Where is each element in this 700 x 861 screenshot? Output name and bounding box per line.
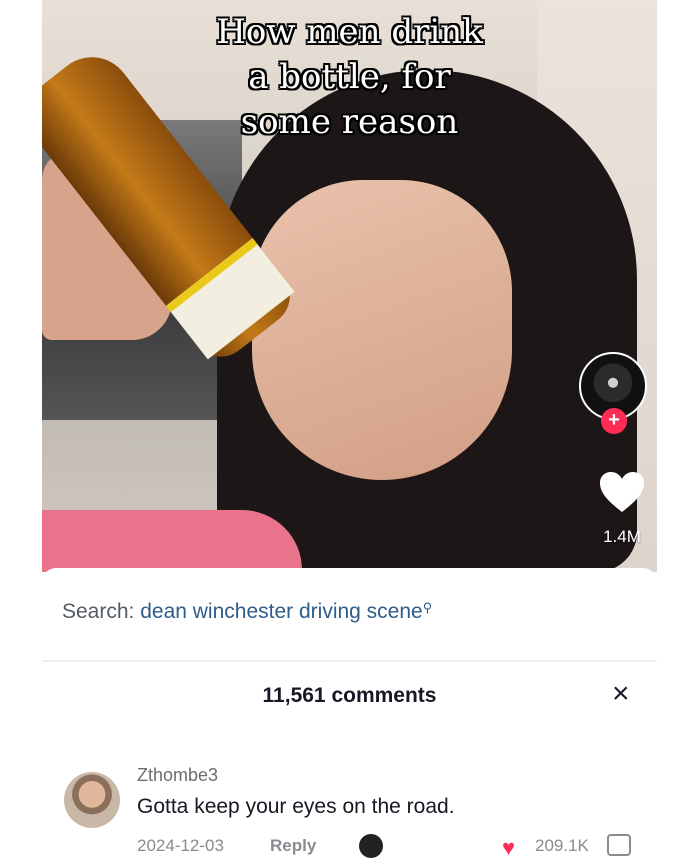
video-player[interactable]: How men drink a bottle, for some reason … xyxy=(42,0,657,572)
caption-line: some reason xyxy=(240,102,459,142)
like-count: 1.4M xyxy=(603,527,641,546)
creator-profile[interactable]: + xyxy=(579,352,649,442)
heart-icon[interactable] xyxy=(598,470,646,514)
search-icon[interactable]: ⚲ xyxy=(423,600,433,615)
comment-text: Gotta keep your eyes on the road. xyxy=(137,795,455,818)
video-caption: How men drink a bottle, for some reason xyxy=(42,10,657,145)
reply-button[interactable]: Reply xyxy=(270,836,316,856)
heart-icon[interactable]: ♥ xyxy=(502,835,515,861)
search-prefix: Search: xyxy=(62,600,135,623)
person-shirt xyxy=(42,510,302,572)
plus-icon[interactable]: + xyxy=(601,408,627,434)
commenter-avatar[interactable] xyxy=(64,772,120,828)
caption-line: How men drink xyxy=(216,12,483,52)
person-face xyxy=(252,180,512,480)
comment-like-count: 209.1K xyxy=(535,836,589,855)
caption-line: a bottle, for xyxy=(248,57,451,97)
search-suggestion[interactable]: Search: dean winchester driving scene⚲ xyxy=(62,600,432,624)
creator-liked-badge xyxy=(359,834,383,858)
comment-username[interactable]: Zthombe3 xyxy=(137,765,218,786)
divider xyxy=(42,660,657,662)
search-term[interactable]: dean winchester driving scene xyxy=(140,600,423,623)
comment-date: 2024-12-03 xyxy=(137,836,224,855)
like-control[interactable]: 1.4M xyxy=(587,470,657,547)
close-icon[interactable]: × xyxy=(612,678,630,710)
comments-count-title: 11,561 comments xyxy=(262,684,437,707)
